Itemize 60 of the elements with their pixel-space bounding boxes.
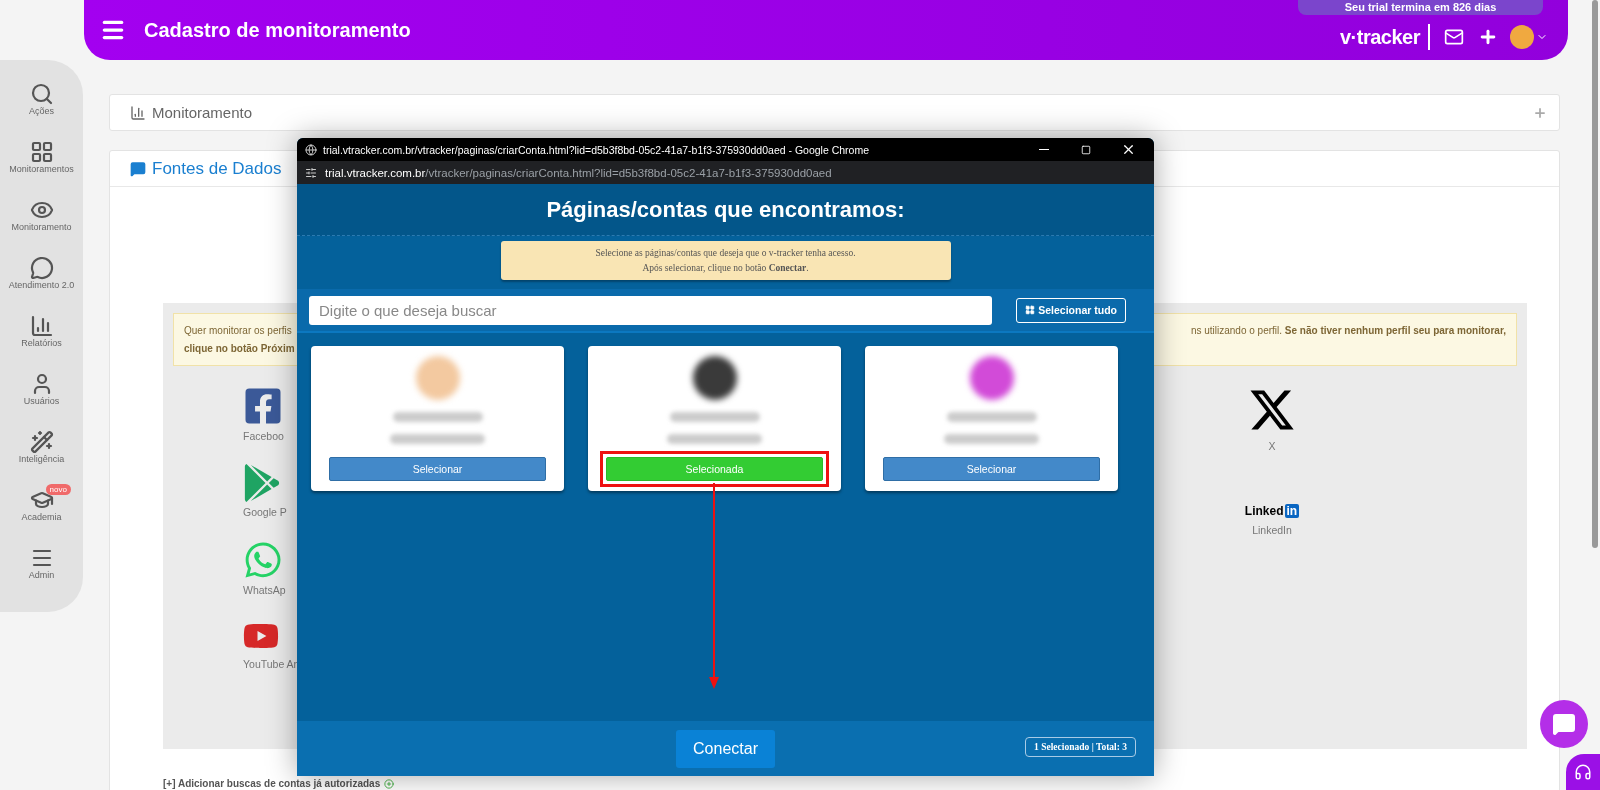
address-bar-url: trial.vtracker.com.br/vtracker/paginas/criarConta.html?lid=d5b3f8bd-05c2-41a7-b1f3-375930dd0aed [325, 166, 832, 179]
minimize-icon [1039, 148, 1049, 151]
platform-label[interactable]: X [1268, 440, 1276, 452]
facebook-logo-icon [243, 386, 283, 426]
grid-icon [29, 140, 54, 164]
scrollbar-thumb[interactable] [1592, 0, 1598, 548]
site-settings-icon[interactable] [305, 166, 317, 179]
select-button[interactable]: Selecionar [883, 457, 1100, 481]
sidebar-item[interactable]: Admin [28, 570, 55, 581]
sidebar-item[interactable]: Atendimento 2.0 [8, 280, 75, 291]
sidebar-item[interactable]: Relatórios [21, 338, 62, 349]
chat-icon [1552, 712, 1576, 736]
add-searches-link[interactable]: [+] Adicionar buscas de contas já autorizadas [163, 778, 395, 789]
select-button[interactable]: Selecionar [329, 457, 546, 481]
sidebar-item[interactable]: Academia [21, 512, 62, 523]
search-field[interactable]: Digite o que deseja buscar [309, 295, 993, 325]
selection-counter: 1 Selecionado | Total: 3 [1025, 737, 1136, 757]
speech-bubble-icon [130, 160, 146, 177]
plus-icon[interactable] [1478, 27, 1498, 47]
avatar[interactable] [1510, 25, 1534, 49]
alert-text: Quer monitorar os perfis [184, 324, 293, 338]
sidebar-item[interactable]: Usuários [23, 396, 60, 407]
alert-text: clique no botão Próxim [184, 342, 295, 356]
platform-label[interactable]: Faceboo [243, 430, 284, 442]
plus-circle-icon [384, 778, 395, 789]
magic-wand-icon [29, 430, 54, 454]
support-button[interactable] [1566, 754, 1600, 790]
grid-icon [1025, 305, 1036, 315]
brand-logo: v·tracker [1340, 24, 1430, 50]
popup-heading: Páginas/contas que encontramos: [546, 196, 905, 223]
search-icon [29, 82, 54, 106]
chat-button[interactable] [1540, 700, 1588, 748]
sidebar-item[interactable]: Ações [29, 106, 54, 117]
speech-bubble-icon [29, 256, 54, 280]
whatsapp-logo-icon [243, 540, 283, 580]
maximize-icon [1081, 144, 1091, 155]
panel-title: Monitoramento [152, 104, 253, 121]
sidebar-item[interactable]: Monitoramentos [9, 164, 74, 175]
notice-text: Selecione as páginas/contas que deseja que o v-tracker tenha acesso. [595, 246, 856, 260]
trial-banner: Seu trial termina em 826 dias [1298, 0, 1543, 15]
platform-label[interactable]: Google P [243, 506, 287, 518]
globe-icon [305, 143, 317, 156]
sidebar-item[interactable]: Monitoramento [11, 222, 72, 233]
linkedin-logo: Linked in [1244, 504, 1300, 518]
window-title: trial.vtracker.com.br/vtracker/paginas/criarConta.html?lid=d5b3f8bd-05c2-41a7-b1f3-375930dd0aed - Google Chrome [323, 143, 870, 156]
notice-text: Após selecionar, clique no botão Conectar. [642, 261, 809, 275]
panel-title: Fontes de Dados [152, 158, 282, 179]
new-badge: novo [45, 484, 71, 495]
select-all-button[interactable]: Selecionar tudo [1016, 297, 1126, 323]
page-title: Cadastro de monitoramento [144, 18, 412, 42]
sidebar-item[interactable]: Inteligência [18, 454, 65, 465]
play-triangle-icon [243, 464, 281, 502]
headset-icon [1574, 763, 1592, 781]
platform-label[interactable]: WhatsAp [243, 584, 286, 596]
alert-text: ns utilizando o perfil. Se não tiver nenhum perfil seu para monitorar, [1190, 324, 1506, 338]
bar-chart-icon [130, 104, 146, 121]
connect-button[interactable]: Conectar [676, 729, 775, 768]
mail-icon[interactable] [1444, 27, 1464, 47]
bar-chart-icon [29, 314, 54, 338]
platform-label[interactable]: LinkedIn [1252, 524, 1292, 536]
